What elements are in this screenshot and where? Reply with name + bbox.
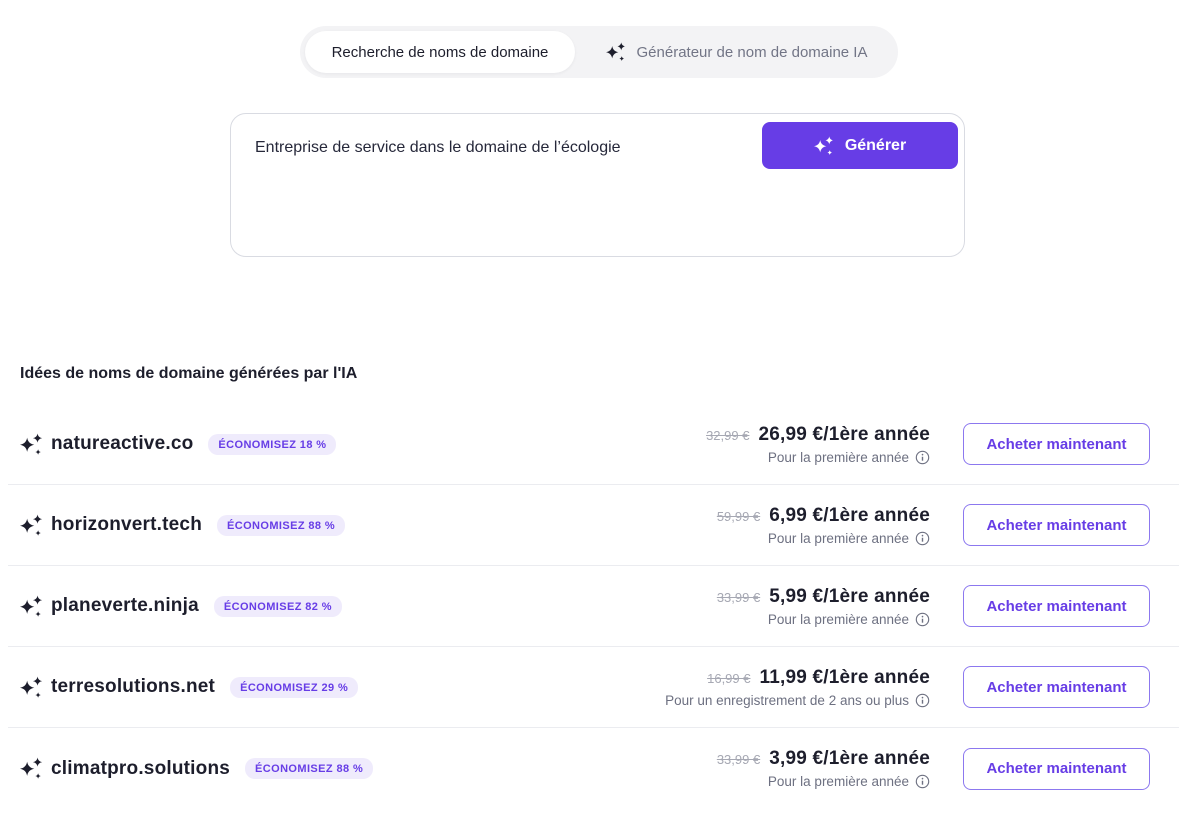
domain-name: horizonvert.tech: [51, 514, 202, 535]
price-note: Pour la première année: [767, 530, 909, 546]
domain-row: planeverte.ninja ÉCONOMISEZ 82 % 33,99 €…: [8, 566, 1179, 647]
info-icon[interactable]: [915, 774, 930, 789]
buy-now-button[interactable]: Acheter maintenant: [963, 423, 1150, 465]
current-price: 26,99 €/1ère année: [758, 423, 930, 445]
domain-row: terresolutions.net ÉCONOMISEZ 29 % 16,99…: [8, 647, 1179, 728]
price-note: Pour la première année: [767, 611, 909, 627]
current-price: 6,99 €/1ère année: [769, 504, 930, 526]
domain-name: planeverte.ninja: [51, 595, 199, 616]
info-icon[interactable]: [915, 693, 930, 708]
buy-now-button[interactable]: Acheter maintenant: [963, 666, 1150, 708]
old-price: 33,99 €: [716, 752, 761, 767]
price-block: 33,99 € 5,99 €/1ère année Pour la premiè…: [717, 586, 930, 627]
discount-badge: ÉCONOMISEZ 82 %: [213, 595, 342, 617]
price-block: 16,99 € 11,99 €/1ère année Pour un enreg…: [665, 667, 930, 708]
sparkle-icon: [20, 514, 43, 537]
tab-ai-generator[interactable]: Générateur de nom de domaine IA: [575, 26, 898, 78]
sparkle-icon: [20, 433, 43, 456]
domain-name: terresolutions.net: [51, 676, 216, 697]
results-heading: Idées de noms de domaine générées par l'…: [20, 365, 358, 382]
results-list: natureactive.co ÉCONOMISEZ 18 % 32,99 € …: [8, 404, 1179, 809]
buy-now-button[interactable]: Acheter maintenant: [963, 585, 1150, 627]
sparkle-icon: [606, 42, 626, 62]
discount-badge: ÉCONOMISEZ 29 %: [230, 676, 359, 698]
domain-row: horizonvert.tech ÉCONOMISEZ 88 % 59,99 €…: [8, 485, 1179, 566]
domain-name: natureactive.co: [51, 433, 194, 454]
domain-name: climatpro.solutions: [51, 757, 231, 779]
domain-mode-tabbar: Recherche de noms de domaine Générateur …: [300, 26, 898, 78]
price-note: Pour un enregistrement de 2 ans ou plus: [665, 692, 909, 708]
old-price: 32,99 €: [706, 427, 750, 443]
generate-button-label: Générer: [844, 136, 907, 154]
sparkle-icon: [20, 757, 43, 780]
old-price: 59,99 €: [716, 508, 761, 524]
discount-badge: ÉCONOMISEZ 88 %: [217, 514, 346, 536]
current-price: 5,99 €/1ère année: [769, 585, 930, 607]
tab-domain-search-label: Recherche de noms de domaine: [331, 43, 549, 61]
buy-now-button[interactable]: Acheter maintenant: [963, 747, 1150, 790]
sparkle-icon: [20, 676, 43, 699]
price-note: Pour la première année: [767, 774, 909, 789]
prompt-card: Entreprise de service dans le domaine de…: [230, 113, 965, 257]
sparkle-icon: [20, 595, 43, 618]
discount-badge: ÉCONOMISEZ 88 %: [245, 758, 374, 779]
tab-ai-generator-label: Générateur de nom de domaine IA: [636, 43, 868, 61]
tab-domain-search[interactable]: Recherche de noms de domaine: [305, 31, 575, 73]
info-icon[interactable]: [915, 612, 930, 627]
price-block: 32,99 € 26,99 €/1ère année Pour la premi…: [706, 424, 930, 465]
current-price: 3,99 €/1ère année: [769, 748, 930, 769]
info-icon[interactable]: [915, 531, 930, 546]
old-price: 33,99 €: [716, 589, 761, 605]
buy-now-button[interactable]: Acheter maintenant: [963, 504, 1150, 546]
price-block: 33,99 € 3,99 €/1ère année Pour la premiè…: [717, 748, 930, 789]
domain-row: natureactive.co ÉCONOMISEZ 18 % 32,99 € …: [8, 404, 1179, 485]
domain-row: climatpro.solutions ÉCONOMISEZ 88 % 33,9…: [8, 728, 1179, 809]
prompt-input[interactable]: Entreprise de service dans le domaine de…: [255, 137, 748, 159]
sparkle-icon: [814, 136, 834, 156]
price-block: 59,99 € 6,99 €/1ère année Pour la premiè…: [717, 505, 930, 546]
generate-button[interactable]: Générer: [762, 122, 958, 169]
info-icon[interactable]: [915, 450, 930, 465]
old-price: 16,99 €: [707, 670, 751, 686]
discount-badge: ÉCONOMISEZ 18 %: [208, 433, 337, 455]
current-price: 11,99 €/1ère année: [759, 666, 930, 688]
price-note: Pour la première année: [767, 449, 909, 465]
